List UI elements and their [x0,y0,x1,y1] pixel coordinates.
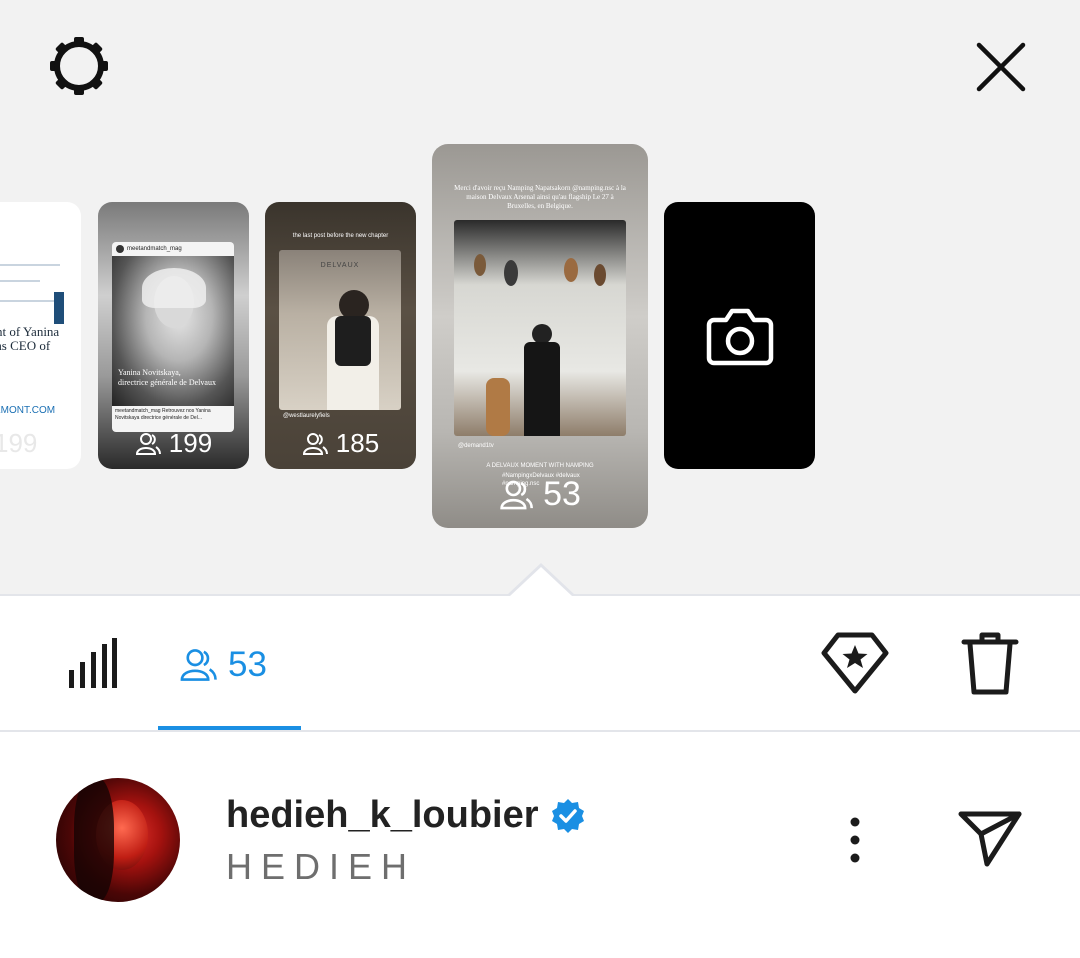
viewer-count-value: 199 [168,428,213,458]
story-handle: @demand1tv [458,443,494,449]
more-vertical-icon [850,817,860,863]
viewer-count-value: 53 [543,475,581,513]
viewer-count: 199 [98,428,249,459]
story-thumbnail[interactable]: nt of Yanina as CEO of EMONT.COM 199 [0,202,81,469]
caption-subtitle: directrice générale de Delvaux [118,378,216,387]
avatar[interactable] [56,778,180,902]
gear-icon [50,37,108,95]
send-icon [958,811,1022,867]
story-photo [454,220,626,436]
story-text-line: EMONT.COM [0,405,56,416]
story-bottom-text: A DELVAUX MOMENT WITH NAMPING [486,463,594,469]
tabs-divider [0,730,1080,732]
viewer-count-value: 199 [0,428,38,458]
close-icon [976,42,1026,92]
viewers-icon [135,432,161,455]
viewers-icon [180,649,217,681]
highlight-star-icon [821,632,889,694]
story-text-line: as CEO of [0,338,51,353]
add-story-camera-button[interactable] [664,202,815,469]
story-top-text: Merci d'avoir reçu Namping Napatsakorn @… [454,184,626,210]
viewer-username-row: hedieh_k_loubier [226,794,587,837]
viewers-tab[interactable]: 53 [178,642,267,688]
bar-chart-icon [69,638,117,688]
viewer-username[interactable]: hedieh_k_loubier [226,794,539,837]
portrait-image: Yanina Novitskaya, directrice générale d… [112,256,234,406]
story-thumbnail-selected[interactable]: Merci d'avoir reçu Namping Napatsakorn @… [432,144,648,528]
close-button[interactable] [966,32,1036,102]
delete-button[interactable] [954,626,1026,700]
send-message-button[interactable] [950,800,1030,876]
post-footer: meetandmatch_mag Retrouvez nos Yanina No… [115,408,211,421]
viewers-tab-count: 53 [228,645,267,684]
viewer-count: 53 [432,475,648,514]
settings-button[interactable] [40,30,118,102]
more-options-button[interactable] [830,810,880,870]
account-name: meetandmatch_mag [127,246,182,252]
story-thumbnail[interactable]: meetandmatch_mag Yanina Novitskaya, dire… [98,202,249,469]
viewer-row[interactable] [0,760,1080,920]
highlight-button[interactable] [816,626,894,700]
story-post-card: meetandmatch_mag Yanina Novitskaya, dire… [112,242,234,432]
story-photo: DELVAUX [279,250,401,410]
viewer-count: 199 [0,428,81,459]
viewers-icon [500,480,534,509]
viewer-count-value: 185 [335,428,380,458]
brand-text: DELVAUX [320,262,360,269]
caption-title: Yanina Novitskaya, [118,368,181,377]
avatar [116,245,124,253]
story-top-text: the last post before the new chapter [292,233,389,239]
viewers-icon [302,432,328,455]
story-thumbnail[interactable]: the last post before the new chapter DEL… [265,202,416,469]
camera-icon [706,308,773,365]
verified-badge-icon [551,798,584,833]
insights-tab[interactable] [52,628,132,698]
story-handle: @westlaurelyfiels [283,413,330,419]
trash-icon [961,632,1019,695]
viewer-display-name: HEDIEH [226,846,417,887]
viewer-count: 185 [265,428,416,459]
